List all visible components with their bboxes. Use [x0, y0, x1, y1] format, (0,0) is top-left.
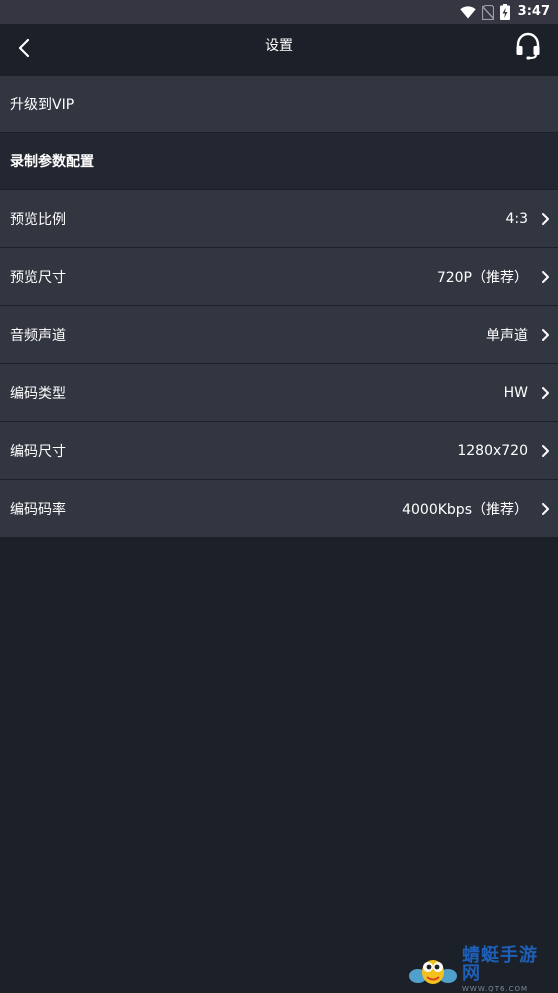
app-bar: 设置: [0, 24, 558, 76]
setting-label: 预览尺寸: [10, 269, 66, 286]
chevron-right-icon: [542, 444, 549, 457]
setting-value: 4:3: [505, 210, 528, 227]
customer-support-button[interactable]: [512, 32, 544, 64]
status-bar: 3:47: [0, 0, 558, 24]
chevron-right-icon: [542, 328, 549, 341]
chevron-right-icon: [542, 270, 549, 283]
setting-label: 预览比例: [10, 211, 66, 228]
dragonfly-logo-icon: [408, 952, 458, 988]
setting-label: 编码类型: [10, 385, 66, 402]
setting-value: 单声道: [486, 327, 528, 344]
setting-row-preview-size[interactable]: 预览尺寸 720P（推荐）: [0, 248, 558, 305]
setting-row-bitrate[interactable]: 编码码率 4000Kbps（推荐）: [0, 480, 558, 537]
section-header-recording: 录制参数配置: [0, 133, 558, 189]
setting-label: 编码尺寸: [10, 443, 66, 460]
headset-icon: [515, 32, 541, 64]
page-title: 设置: [265, 38, 293, 54]
upgrade-vip-label: 升级到VIP: [10, 97, 75, 113]
section-title: 录制参数配置: [10, 154, 94, 170]
setting-row-encoder-size[interactable]: 编码尺寸 1280x720: [0, 422, 558, 479]
upgrade-vip-row[interactable]: 升级到VIP: [0, 76, 558, 132]
chevron-right-icon: [542, 212, 549, 225]
setting-row-preview-ratio[interactable]: 预览比例 4:3: [0, 190, 558, 247]
setting-label: 编码码率: [10, 501, 66, 518]
no-sim-icon: [481, 4, 494, 20]
setting-value: 1280x720: [457, 442, 528, 459]
watermark: 蜻蜓手游网 WWW.QT6.COM: [408, 947, 556, 993]
status-icons: 3:47: [459, 3, 550, 21]
setting-value: HW: [503, 384, 528, 401]
setting-value: 4000Kbps（推荐）: [402, 501, 528, 518]
watermark-title: 蜻蜓手游网: [462, 945, 538, 984]
setting-row-audio-channel[interactable]: 音频声道 单声道: [0, 306, 558, 363]
battery-charging-icon: [499, 4, 510, 20]
chevron-right-icon: [542, 386, 549, 399]
wifi-icon: [459, 5, 476, 19]
chevron-right-icon: [542, 502, 549, 515]
status-time: 3:47: [517, 4, 550, 19]
setting-value: 720P（推荐）: [436, 269, 528, 286]
setting-label: 音频声道: [10, 327, 66, 344]
watermark-text: 蜻蜓手游网 WWW.QT6.COM: [462, 947, 556, 993]
setting-row-encoder-type[interactable]: 编码类型 HW: [0, 364, 558, 421]
